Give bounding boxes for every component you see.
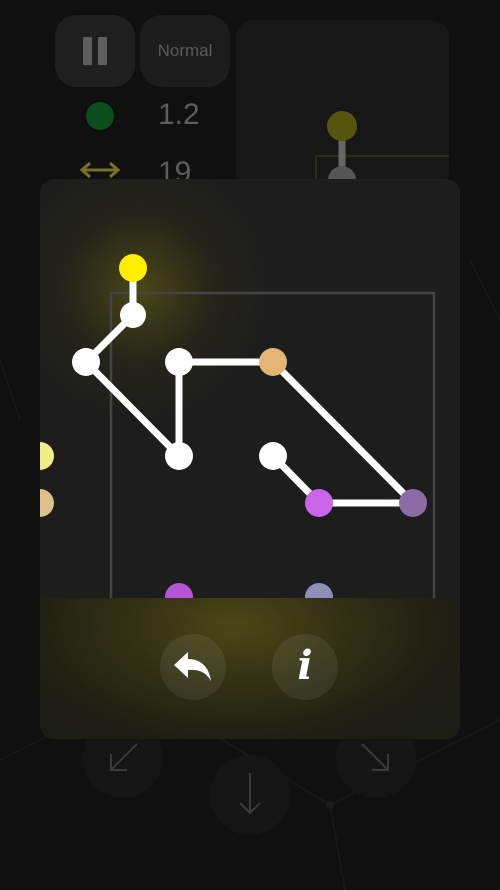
difficulty-button[interactable]: Normal	[140, 15, 230, 87]
node-white[interactable]	[72, 348, 100, 376]
action-bar: i	[40, 598, 460, 739]
node-yellow[interactable]	[119, 254, 147, 282]
double-arrow-icon	[79, 161, 121, 179]
move-down-button[interactable]	[210, 755, 290, 835]
undo-button[interactable]	[160, 634, 226, 700]
node-white[interactable]	[120, 302, 146, 328]
node-white[interactable]	[259, 442, 287, 470]
node-white[interactable]	[165, 348, 193, 376]
undo-icon	[174, 652, 211, 681]
node-white[interactable]	[165, 442, 193, 470]
info-icon: i	[297, 642, 313, 689]
node-violet[interactable]	[305, 489, 333, 517]
node-pale-yellow[interactable]	[40, 442, 54, 470]
node-mauve[interactable]	[399, 489, 427, 517]
node-lavender[interactable]	[305, 583, 333, 599]
target-preview	[236, 20, 457, 197]
puzzle-board	[40, 254, 436, 599]
score-value: 1.2	[158, 98, 200, 131]
node-purple[interactable]	[165, 583, 193, 599]
arrow-down-icon	[239, 773, 261, 815]
puzzle-modal: i	[40, 179, 460, 739]
info-button[interactable]: i	[272, 634, 338, 700]
difficulty-label: Normal	[157, 41, 213, 60]
preview-graph	[315, 111, 457, 197]
edge	[82, 358, 183, 460]
preview-node-yellow	[327, 111, 357, 141]
pause-button[interactable]	[55, 15, 135, 87]
green-dot-icon	[86, 102, 114, 130]
node-tan[interactable]	[40, 489, 54, 517]
node-orange[interactable]	[259, 348, 287, 376]
